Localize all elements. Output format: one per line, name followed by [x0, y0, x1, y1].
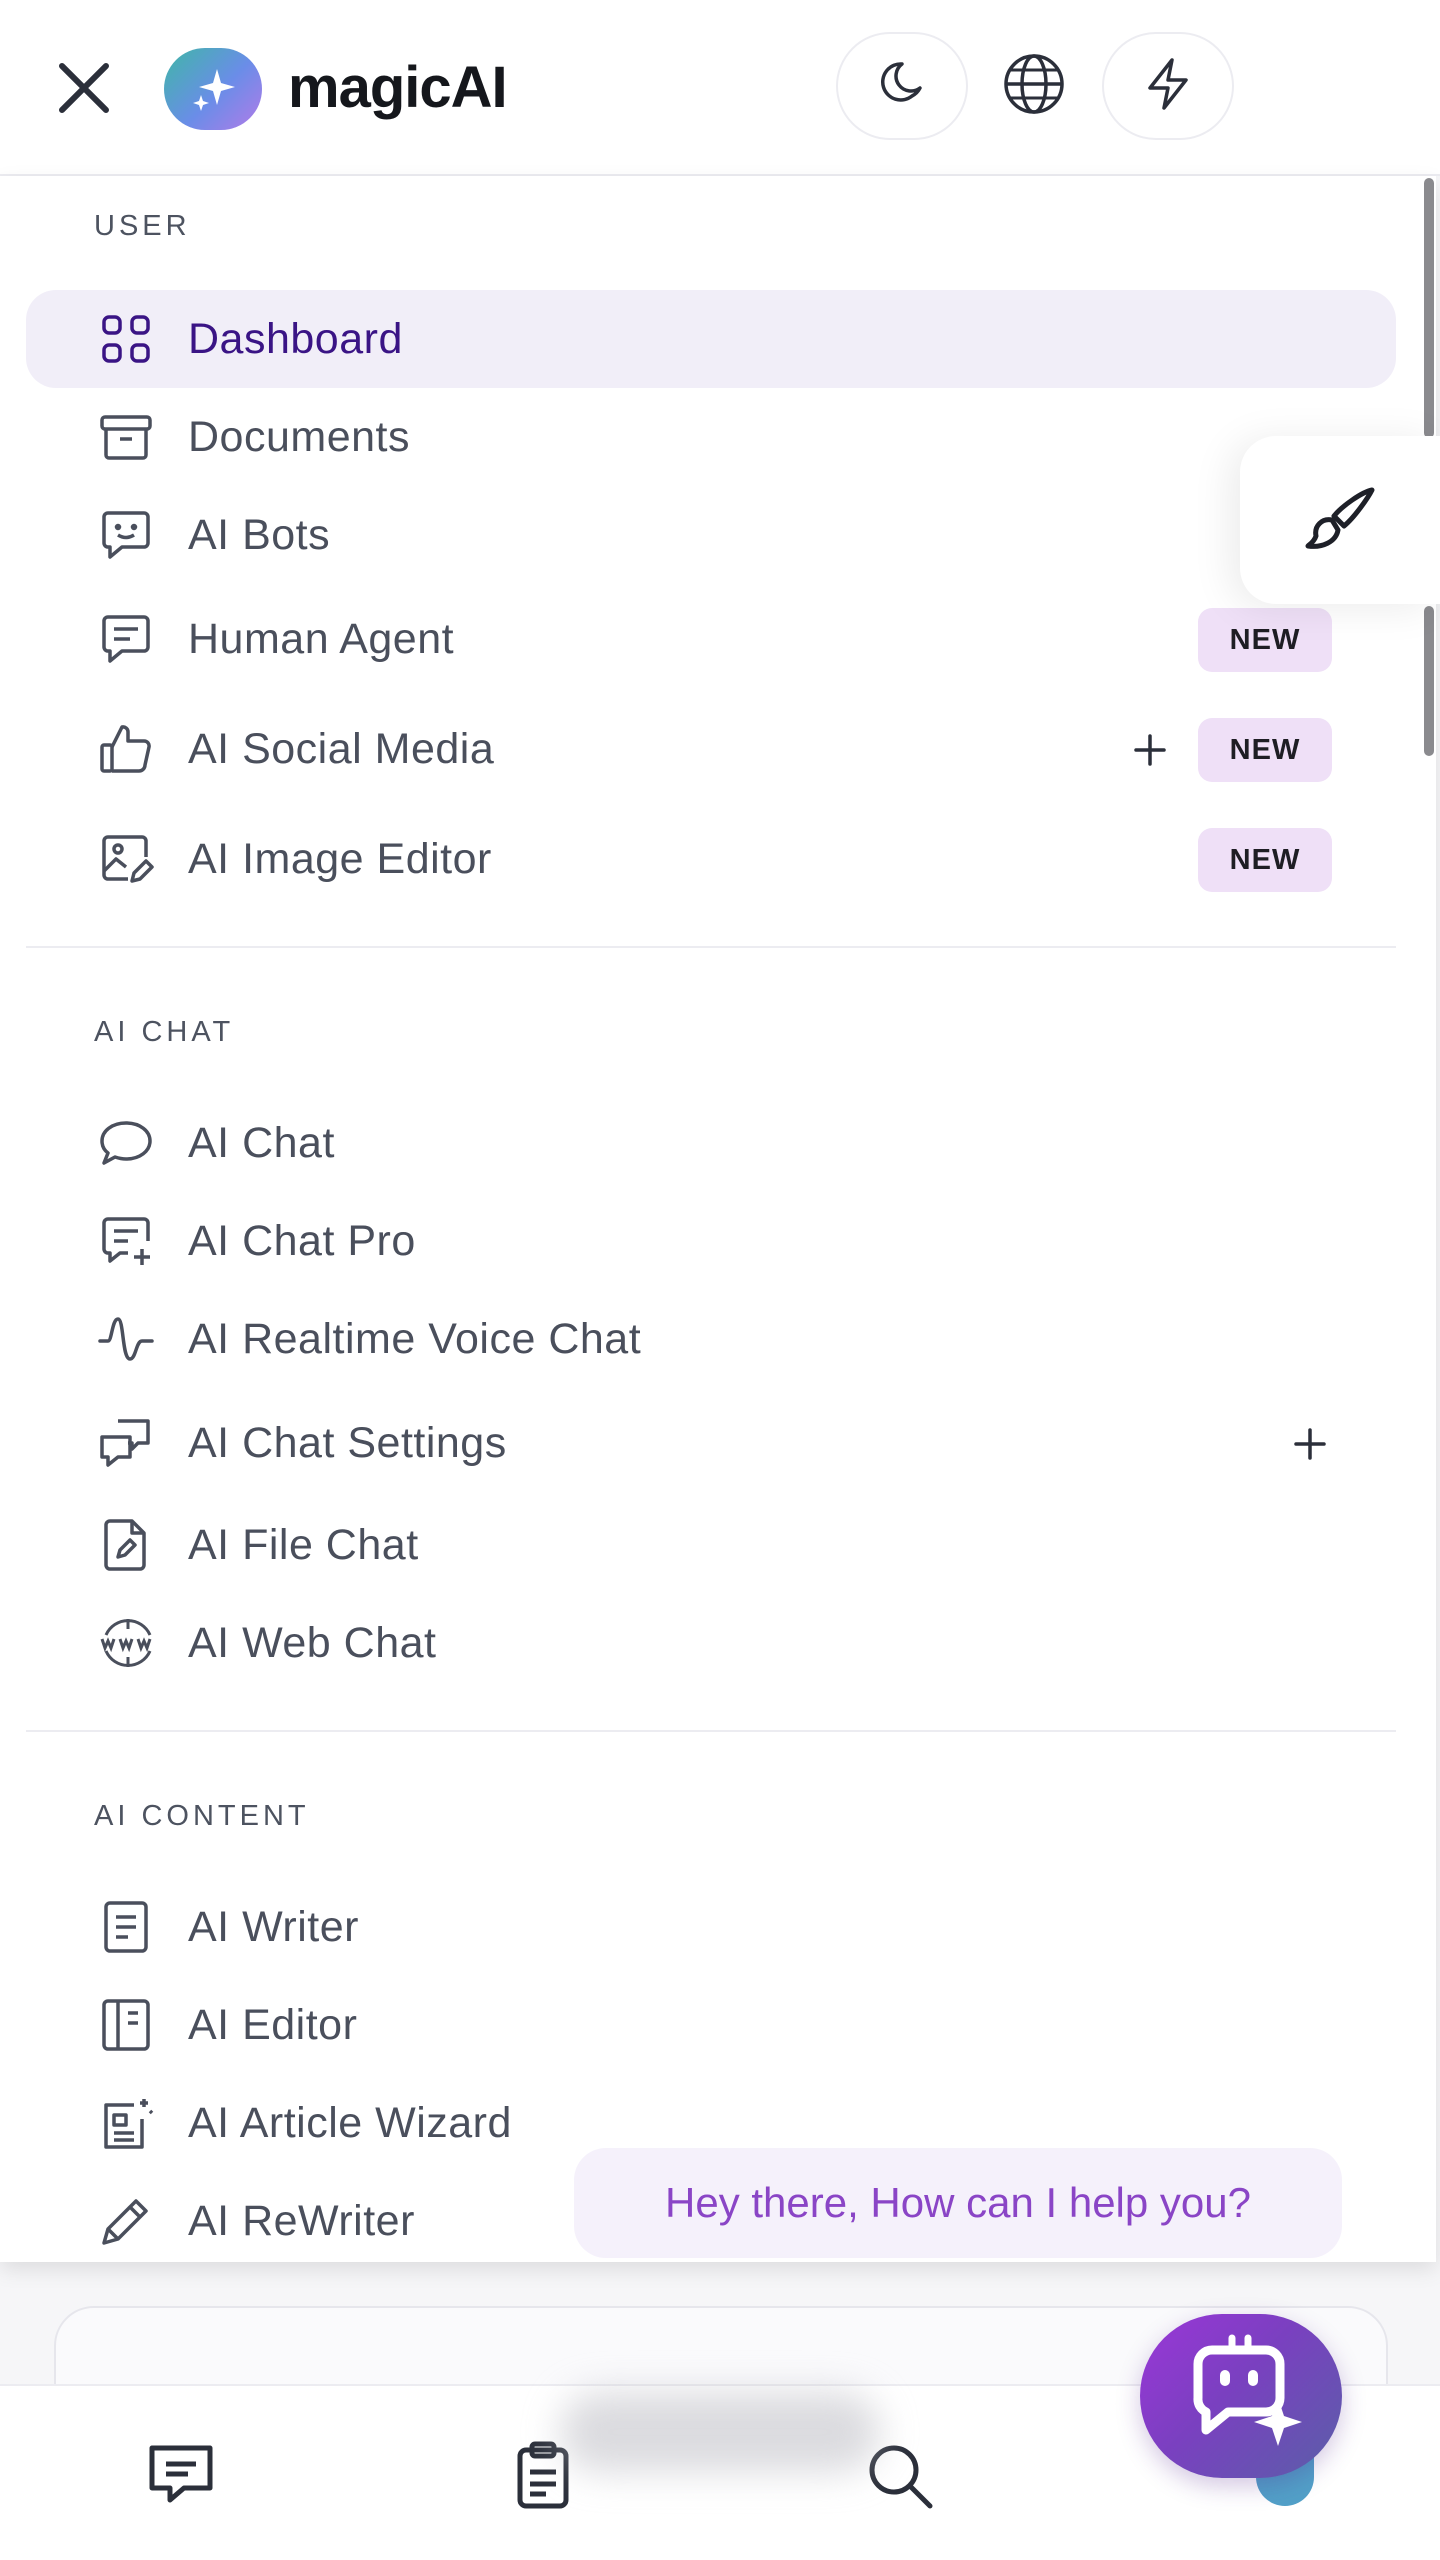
divider	[26, 1730, 1396, 1732]
bot-chat-icon	[98, 507, 154, 563]
upgrade-button[interactable]	[1102, 32, 1234, 140]
book-icon	[98, 1997, 154, 2053]
sidebar-item-ai-image-editor[interactable]: AI Image Editor NEW	[26, 810, 1396, 908]
logo-icon	[164, 48, 262, 130]
sidebar-item-label: AI Writer	[188, 1903, 359, 1951]
chat-settings-icon	[98, 1415, 154, 1471]
language-button[interactable]	[968, 32, 1100, 140]
dark-mode-toggle[interactable]	[836, 32, 968, 140]
sidebar-item-documents[interactable]: Documents	[26, 388, 1396, 486]
sidebar-item-ai-realtime-voice-chat[interactable]: AI Realtime Voice Chat	[26, 1290, 1396, 1388]
sidebar-item-ai-chat-settings[interactable]: AI Chat Settings	[26, 1394, 1396, 1492]
sidebar-item-ai-chat[interactable]: AI Chat	[26, 1094, 1396, 1192]
navigation-drawer: USER Dashboard Documents AI Bots Human A…	[0, 176, 1436, 2262]
lightning-icon	[1138, 54, 1198, 119]
sidebar-item-label: AI Bots	[188, 511, 331, 559]
sidebar-item-label: AI Realtime Voice Chat	[188, 1315, 642, 1363]
customize-theme-button[interactable]	[1240, 436, 1440, 604]
www-globe-icon	[98, 1615, 154, 1671]
section-title-user: USER	[94, 210, 191, 242]
sidebar-item-human-agent[interactable]: Human Agent NEW	[26, 590, 1396, 688]
globe-icon	[1000, 50, 1068, 123]
sidebar-item-ai-social-media[interactable]: AI Social Media NEW	[26, 700, 1396, 798]
ai-assistant-button[interactable]	[1140, 2314, 1342, 2478]
sidebar-item-label: AI Chat Settings	[188, 1419, 507, 1467]
sidebar-item-label: AI File Chat	[188, 1521, 419, 1569]
thumbs-up-icon	[98, 721, 154, 777]
pencil-icon	[98, 2193, 154, 2249]
chat-icon[interactable]	[144, 2438, 218, 2512]
file-edit-icon	[98, 1517, 154, 1573]
expand-plus-icon[interactable]	[1120, 720, 1180, 780]
paintbrush-icon	[1302, 486, 1378, 555]
close-icon[interactable]	[52, 56, 116, 120]
sidebar-item-label: AI Image Editor	[188, 835, 492, 883]
grid-icon	[98, 311, 154, 367]
wave-icon	[98, 1311, 154, 1367]
sidebar-item-ai-file-chat[interactable]: AI File Chat	[26, 1496, 1396, 1594]
sidebar-item-ai-chat-pro[interactable]: AI Chat Pro	[26, 1192, 1396, 1290]
expand-plus-icon[interactable]	[1280, 1414, 1340, 1474]
sidebar-item-label: AI Chat	[188, 1119, 335, 1167]
archive-icon	[98, 409, 154, 465]
new-badge: NEW	[1198, 718, 1332, 782]
blurred-pill	[560, 2392, 880, 2472]
sidebar-item-ai-editor[interactable]: AI Editor	[26, 1976, 1396, 2074]
sidebar-item-label: AI Article Wizard	[188, 2099, 512, 2147]
scrollbar-thumb[interactable]	[1424, 178, 1434, 438]
article-wizard-icon	[98, 2095, 154, 2151]
new-badge: NEW	[1198, 608, 1332, 672]
sidebar-item-label: Human Agent	[188, 615, 455, 663]
sidebar-item-ai-web-chat[interactable]: AI Web Chat	[26, 1594, 1396, 1692]
scrollbar-thumb[interactable]	[1424, 606, 1434, 756]
sidebar-item-ai-bots[interactable]: AI Bots	[26, 486, 1396, 584]
section-title-ai-content: AI CONTENT	[94, 1800, 310, 1832]
sidebar-item-label: AI Chat Pro	[188, 1217, 416, 1265]
sidebar-item-dashboard[interactable]: Dashboard	[26, 290, 1396, 388]
sidebar-item-label: AI Web Chat	[188, 1619, 437, 1667]
sidebar-item-ai-writer[interactable]: AI Writer	[26, 1878, 1396, 1976]
divider	[26, 946, 1396, 948]
sidebar-item-label: AI Social Media	[188, 725, 495, 773]
image-edit-icon	[98, 831, 154, 887]
sidebar-item-label: AI ReWriter	[188, 2197, 415, 2245]
message-icon	[98, 611, 154, 667]
document-lines-icon	[98, 1899, 154, 1955]
top-header: magicAI	[0, 0, 1440, 176]
chat-bubble-icon	[98, 1115, 154, 1171]
chat-plus-icon	[98, 1213, 154, 1269]
section-title-ai-chat: AI CHAT	[94, 1016, 235, 1048]
moon-icon	[872, 54, 932, 119]
sidebar-item-label: Dashboard	[188, 315, 403, 363]
new-badge: NEW	[1198, 828, 1332, 892]
sidebar-item-label: Documents	[188, 413, 410, 461]
logo-text: magicAI	[288, 55, 508, 120]
robot-icon	[1176, 2334, 1306, 2459]
sidebar-item-label: AI Editor	[188, 2001, 358, 2049]
assistant-greeting-bubble[interactable]: Hey there, How can I help you?	[574, 2148, 1342, 2258]
